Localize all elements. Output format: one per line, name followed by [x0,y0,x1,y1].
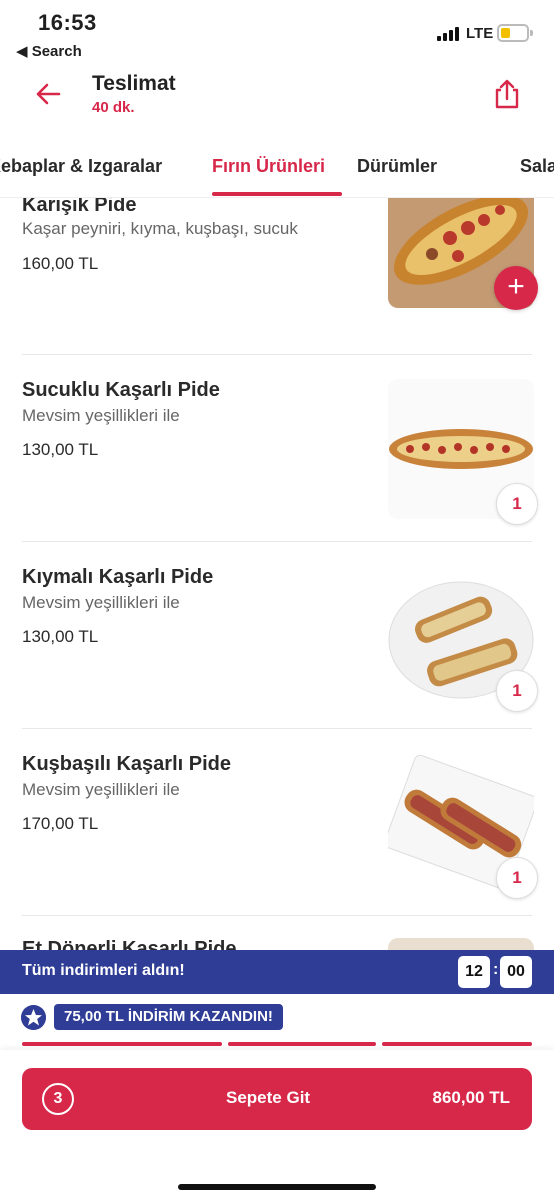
go-to-cart-button[interactable]: 3 Sepete Git 860,00 TL [22,1068,532,1130]
product-price: 130,00 TL [22,627,99,646]
product-name: Et Dönerli Kaşarlı Pide [22,938,237,950]
product-description: Mevsim yeşillikleri ile [22,406,180,425]
delivery-time: 40 dk. [92,99,135,116]
product-price: 130,00 TL [22,440,99,459]
product-name: Kuşbaşılı Kaşarlı Pide [22,753,231,775]
quantity-badge[interactable]: 1 [496,483,538,525]
cart-button-label: Sepete Git [226,1088,311,1107]
category-tabs: Kebaplar & Izgaralar Fırın Ürünleri Dürü… [0,138,554,198]
share-icon[interactable] [492,78,522,110]
cart-count-badge: 3 [42,1083,74,1115]
tab-firin-urunleri[interactable]: Fırın Ürünleri [212,156,325,177]
product-kusbasili-kasarli-pide[interactable]: Kuşbaşılı Kaşarlı Pide Mevsim yeşillikle… [0,729,554,916]
header: Teslimat 40 dk. [0,66,554,126]
back-to-search-link[interactable]: ◀ Search [16,42,82,60]
page-title: Teslimat [92,72,176,95]
network-label: LTE [466,25,494,42]
product-price: 170,00 TL [22,814,99,833]
clock: 16:53 [38,10,97,35]
timer-seconds: 00 [500,956,532,988]
signal-icon [437,27,461,41]
active-tab-indicator [212,192,342,196]
cart-total: 860,00 TL [432,1088,511,1107]
status-bar: 16:53 ◀ Search LTE [0,0,554,66]
back-arrow-icon[interactable] [34,80,62,108]
product-list: Karışık Pide Kaşar peyniri, kıyma, kuşba… [0,198,554,950]
product-description: Mevsim yeşillikleri ile [22,780,180,799]
product-price: 160,00 TL [22,254,99,273]
battery-icon [497,24,533,42]
discount-banner: Tüm indirimleri aldın! 12 : 00 [0,950,554,994]
progress-segment-1 [22,1042,222,1046]
progress-segment-3 [382,1042,532,1046]
product-name: Sucuklu Kaşarlı Pide [22,379,220,401]
add-to-cart-button[interactable]: + [494,266,538,310]
product-kiymali-kasarli-pide[interactable]: Kıymalı Kaşarlı Pide Mevsim yeşillikleri… [0,542,554,729]
product-sucuklu-kasarli-pide[interactable]: Sucuklu Kaşarlı Pide Mevsim yeşillikleri… [0,355,554,542]
quantity-badge[interactable]: 1 [496,857,538,899]
timer-separator: : [493,961,499,978]
product-description: Mevsim yeşillikleri ile [22,593,180,612]
product-karisik-pide[interactable]: Karışık Pide Kaşar peyniri, kıyma, kuşba… [0,198,554,355]
tab-kebaplar[interactable]: Kebaplar & Izgaralar [0,156,162,177]
product-et-donerli-kasarli-pide[interactable]: Et Dönerli Kaşarlı Pide [0,916,554,950]
product-image [388,938,534,950]
home-indicator[interactable] [178,1184,376,1190]
tab-durumler[interactable]: Dürümler [357,156,437,177]
tab-salatalar[interactable]: Salatalar [520,156,554,177]
timer-minutes: 12 [458,956,490,988]
promo-row: 75,00 TL İNDİRİM KAZANDIN! [0,994,554,1050]
discount-message: Tüm indirimleri aldın! [22,962,185,979]
quantity-badge[interactable]: 1 [496,670,538,712]
product-name: Karışık Pide [22,198,137,216]
product-name: Kıymalı Kaşarlı Pide [22,566,214,588]
cart-footer: 3 Sepete Git 860,00 TL [0,1050,554,1200]
product-description: Kaşar peyniri, kıyma, kuşbaşı, sucuk [22,219,298,238]
progress-segment-2 [228,1042,376,1046]
discount-earned-badge: 75,00 TL İNDİRİM KAZANDIN! [54,1004,283,1030]
star-icon [21,1005,46,1030]
